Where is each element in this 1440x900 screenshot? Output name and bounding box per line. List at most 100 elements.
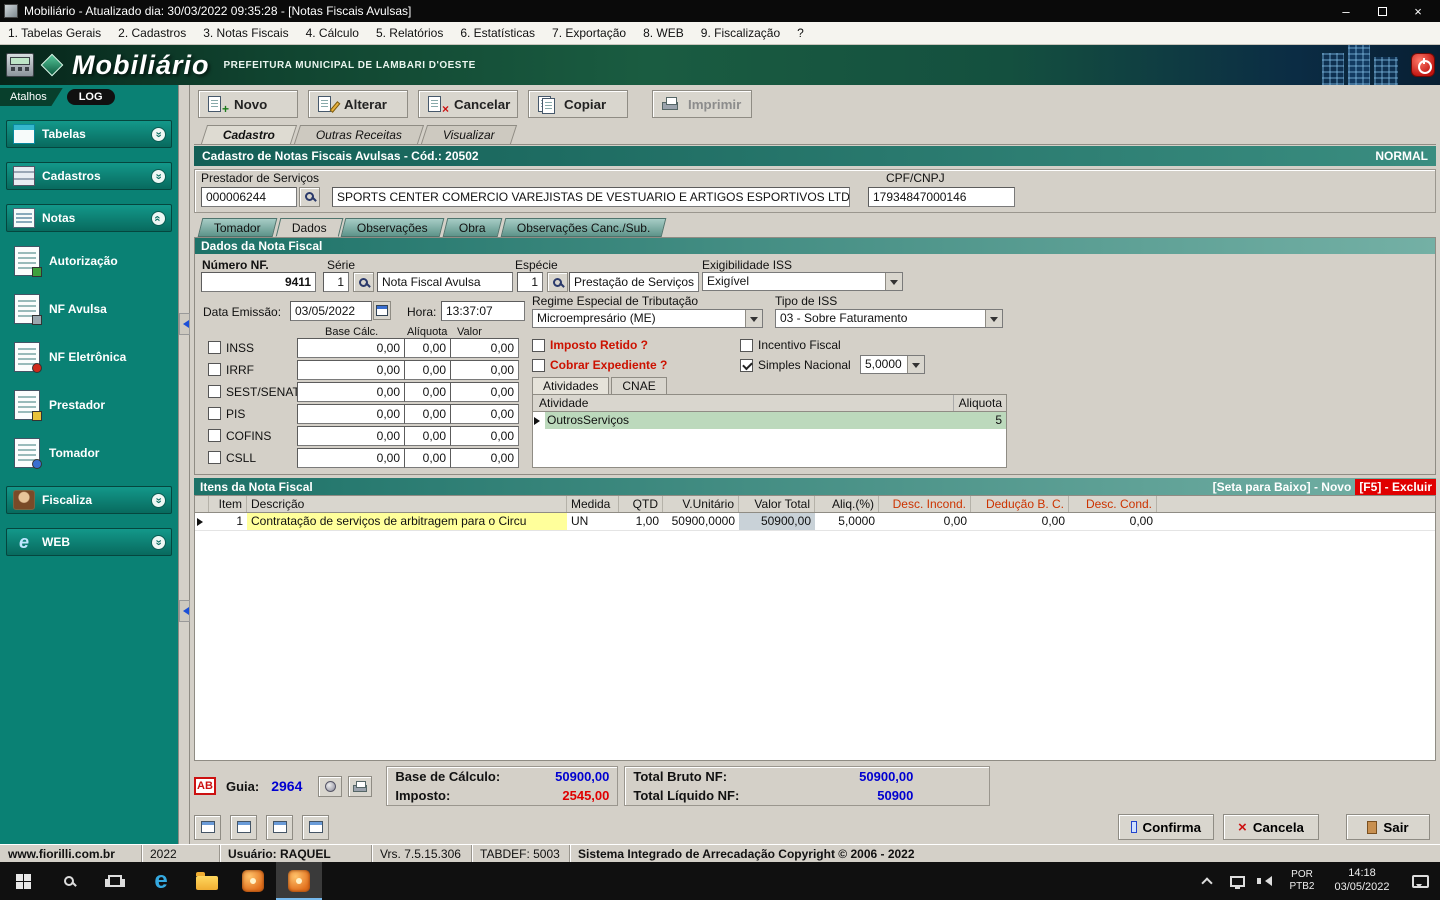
alterar-button[interactable]: Alterar xyxy=(308,90,408,118)
menu-web[interactable]: 8. WEB xyxy=(643,26,684,40)
serie-search-button[interactable] xyxy=(353,272,374,292)
tab-cnae[interactable]: CNAE xyxy=(611,377,667,394)
irrf-checkbox[interactable] xyxy=(208,363,221,376)
cpf-cnpj-field[interactable]: 17934847000146 xyxy=(868,186,1015,207)
especie-field[interactable]: 1 xyxy=(517,272,543,292)
chevron-up-icon[interactable]: » xyxy=(151,210,166,226)
inss-valor-field[interactable]: 0,00 xyxy=(450,338,519,358)
subtab-obra[interactable]: Obra xyxy=(442,218,503,237)
incentivo-fiscal-checkbox[interactable] xyxy=(740,338,753,352)
guia-lookup-button[interactable] xyxy=(318,775,343,797)
calendar-button[interactable] xyxy=(373,301,391,320)
menu-notas-fiscais[interactable]: 3. Notas Fiscais xyxy=(203,26,288,40)
close-button[interactable]: × xyxy=(1400,1,1436,21)
tray-expand-button[interactable] xyxy=(1192,862,1222,900)
sidebar-item-nf-avulsa[interactable]: NF Avulsa xyxy=(14,290,178,328)
serie-field[interactable]: 1 xyxy=(323,272,349,292)
cofins-aliquota-field[interactable]: 0,00 xyxy=(404,426,451,446)
menu-estatisticas[interactable]: 6. Estatísticas xyxy=(460,26,535,40)
pis-valor-field[interactable]: 0,00 xyxy=(450,404,519,424)
confirma-button[interactable]: Confirma xyxy=(1118,814,1214,840)
power-button[interactable] xyxy=(1411,53,1435,77)
imprimir-button[interactable]: Imprimir xyxy=(652,90,752,118)
especie-desc-field[interactable]: Prestação de Serviços xyxy=(569,272,699,292)
csll-aliquota-field[interactable]: 0,00 xyxy=(404,448,451,468)
sest-valor-field[interactable]: 0,00 xyxy=(450,382,519,402)
tipo-nota-field[interactable]: Nota Fiscal Avulsa xyxy=(377,272,513,292)
collapse-arrow-icon[interactable] xyxy=(179,600,190,622)
atalhos-tab[interactable]: Atalhos xyxy=(0,88,63,106)
menu-fiscalizacao[interactable]: 9. Fiscalização xyxy=(701,26,780,40)
irrf-base-field[interactable]: 0,00 xyxy=(297,360,405,380)
collapse-arrow-icon[interactable] xyxy=(179,313,190,335)
subtab-tomador[interactable]: Tomador xyxy=(197,218,278,237)
csll-base-field[interactable]: 0,00 xyxy=(297,448,405,468)
chevron-down-icon[interactable]: » xyxy=(151,492,166,508)
pis-checkbox[interactable] xyxy=(208,407,221,420)
running-app-button[interactable] xyxy=(276,862,322,900)
volume-tray-button[interactable] xyxy=(1252,862,1280,900)
edge-button[interactable]: e xyxy=(138,862,184,900)
sidebar-group-tabelas[interactable]: Tabelas » xyxy=(6,120,172,148)
chevron-down-icon[interactable]: » xyxy=(151,534,166,550)
guia-print-button[interactable] xyxy=(348,775,373,797)
record-nav-button-2[interactable] xyxy=(230,814,257,840)
sidebar-group-fiscaliza[interactable]: Fiscaliza » xyxy=(6,486,172,514)
sair-button[interactable]: Sair xyxy=(1346,814,1430,840)
exigibilidade-dropdown[interactable]: Exigível xyxy=(702,272,903,291)
irrf-valor-field[interactable]: 0,00 xyxy=(450,360,519,380)
sidebar-item-prestador[interactable]: Prestador xyxy=(14,386,178,424)
prestador-code-field[interactable]: 000006244 xyxy=(201,186,297,207)
sidebar-group-web[interactable]: e WEB » xyxy=(6,528,172,556)
menu-relatorios[interactable]: 5. Relatórios xyxy=(376,26,443,40)
language-indicator[interactable]: POR PTB2 xyxy=(1280,862,1324,900)
especie-search-button[interactable] xyxy=(547,272,568,292)
sidebar-splitter[interactable] xyxy=(178,85,190,844)
cofins-checkbox[interactable] xyxy=(208,429,221,442)
imposto-retido-checkbox[interactable] xyxy=(532,338,545,352)
subtab-observacoes-canc[interactable]: Observações Canc./Sub. xyxy=(500,218,667,237)
chevron-down-icon[interactable]: » xyxy=(151,168,166,184)
atividade-row[interactable]: OutrosServiços 5 xyxy=(533,412,1006,429)
prestador-name-field[interactable]: SPORTS CENTER COMERCIO VAREJISTAS DE VES… xyxy=(332,186,850,207)
tab-visualizar[interactable]: Visualizar xyxy=(420,125,517,144)
task-view-button[interactable] xyxy=(92,862,138,900)
chevron-down-icon[interactable]: » xyxy=(151,126,166,142)
start-button[interactable] xyxy=(0,862,46,900)
cancelar-button[interactable]: × Cancelar xyxy=(418,90,518,118)
log-tab[interactable]: LOG xyxy=(66,89,115,105)
menu-calculo[interactable]: 4. Cálculo xyxy=(306,26,359,40)
cancela-button[interactable]: × Cancela xyxy=(1223,814,1319,840)
sidebar-item-nf-eletronica[interactable]: NF Eletrônica xyxy=(14,338,178,376)
pis-aliquota-field[interactable]: 0,00 xyxy=(404,404,451,424)
pis-base-field[interactable]: 0,00 xyxy=(297,404,405,424)
pinned-app-button-1[interactable] xyxy=(230,862,276,900)
menu-cadastros[interactable]: 2. Cadastros xyxy=(118,26,186,40)
csll-checkbox[interactable] xyxy=(208,451,221,464)
cofins-valor-field[interactable]: 0,00 xyxy=(450,426,519,446)
sidebar-group-cadastros[interactable]: Cadastros » xyxy=(6,162,172,190)
sest-aliquota-field[interactable]: 0,00 xyxy=(404,382,451,402)
tipo-iss-dropdown[interactable]: 03 - Sobre Faturamento xyxy=(775,309,1003,328)
record-nav-button-3[interactable] xyxy=(266,814,293,840)
clock[interactable]: 14:18 03/05/2022 xyxy=(1324,862,1400,900)
cofins-base-field[interactable]: 0,00 xyxy=(297,426,405,446)
tab-cadastro[interactable]: Cadastro xyxy=(200,125,298,144)
prestador-search-button[interactable] xyxy=(299,186,320,207)
menu-tabelas-gerais[interactable]: 1. Tabelas Gerais xyxy=(8,26,101,40)
simples-nacional-checkbox[interactable] xyxy=(740,358,753,372)
subtab-dados[interactable]: Dados xyxy=(275,218,343,237)
regime-dropdown[interactable]: Microempresário (ME) xyxy=(532,309,763,328)
subtab-observacoes[interactable]: Observações xyxy=(341,218,445,237)
minimize-button[interactable]: – xyxy=(1328,1,1364,21)
irrf-aliquota-field[interactable]: 0,00 xyxy=(404,360,451,380)
menu-help[interactable]: ? xyxy=(797,26,804,40)
novo-button[interactable]: + Novo xyxy=(198,90,298,118)
hora-field[interactable]: 13:37:07 xyxy=(441,301,525,321)
item-row[interactable]: 1 Contratação de serviços de arbitragem … xyxy=(195,513,1435,531)
notification-center-button[interactable] xyxy=(1400,862,1440,900)
tab-atividades[interactable]: Atividades xyxy=(532,377,610,394)
maximize-button[interactable] xyxy=(1364,1,1400,21)
item-descricao-cell[interactable]: Contratação de serviços de arbitragem pa… xyxy=(247,513,567,530)
simples-aliquota-dropdown[interactable]: 5,0000 xyxy=(860,355,925,374)
